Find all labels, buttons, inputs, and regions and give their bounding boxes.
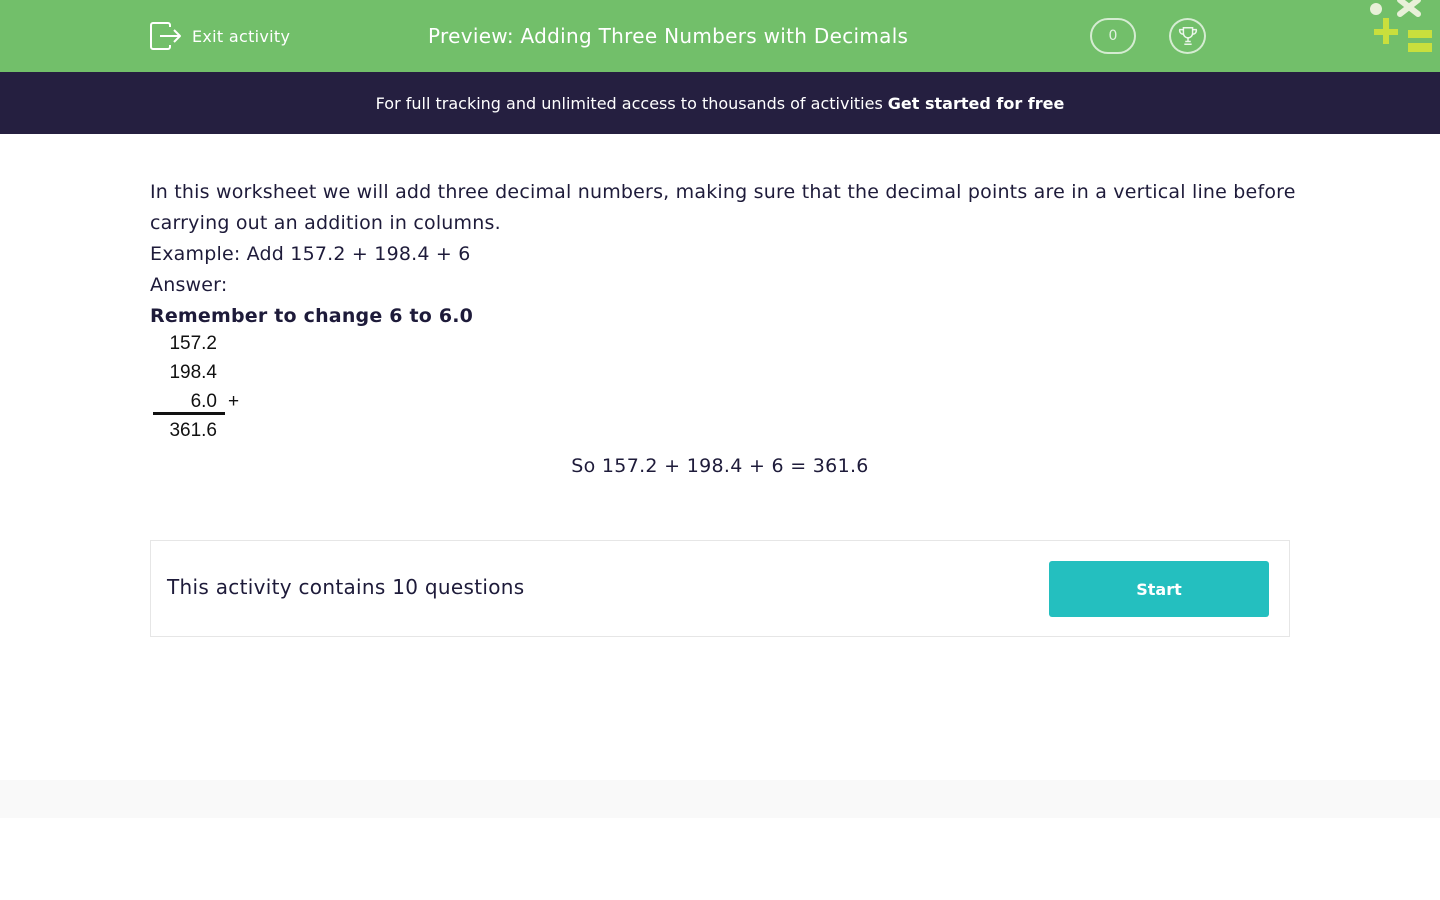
sum-row-2: 198.4 [169, 362, 217, 383]
exit-activity-button[interactable]: Exit activity [150, 22, 290, 50]
upgrade-banner: For full tracking and unlimited access t… [0, 72, 1440, 134]
question-count-text: This activity contains 10 questions [167, 575, 525, 599]
sum-row-3: 6.0 [190, 391, 217, 412]
top-bar: Exit activity Preview: Adding Three Numb… [0, 0, 1440, 72]
example-text: Example: Add 157.2 + 198.4 + 6 [150, 243, 471, 265]
get-started-link[interactable]: Get started for free [888, 94, 1065, 113]
logo-icon [1370, 0, 1432, 52]
conclusion-text: So 157.2 + 198.4 + 6 = 361.6 [571, 455, 869, 477]
exit-icon [150, 22, 181, 50]
sum-row-1: 157.2 [169, 333, 217, 354]
page-title: Preview: Adding Three Numbers with Decim… [428, 24, 909, 48]
answer-label: Answer: [150, 274, 228, 296]
exit-activity-label: Exit activity [192, 26, 291, 46]
sum-operator: + [228, 391, 240, 412]
trophy-button[interactable] [1169, 18, 1206, 54]
banner-text: For full tracking and unlimited access t… [375, 93, 883, 113]
activity-card: This activity contains 10 questions Star… [150, 540, 1290, 637]
sum-result: 361.6 [169, 420, 217, 441]
intro-text: In this worksheet we will add three deci… [150, 181, 1296, 234]
trophy-icon [1178, 27, 1197, 45]
reminder-text: Remember to change 6 to 6.0 [150, 305, 474, 327]
sum-rule [153, 412, 225, 415]
column-addition: 157.2 198.4 6.0 + 361.6 [150, 330, 270, 450]
footer-strip [0, 780, 1440, 818]
activity-description: In this worksheet we will add three deci… [150, 177, 1300, 332]
score-badge: 0 [1090, 18, 1136, 54]
start-button[interactable]: Start [1049, 561, 1269, 617]
